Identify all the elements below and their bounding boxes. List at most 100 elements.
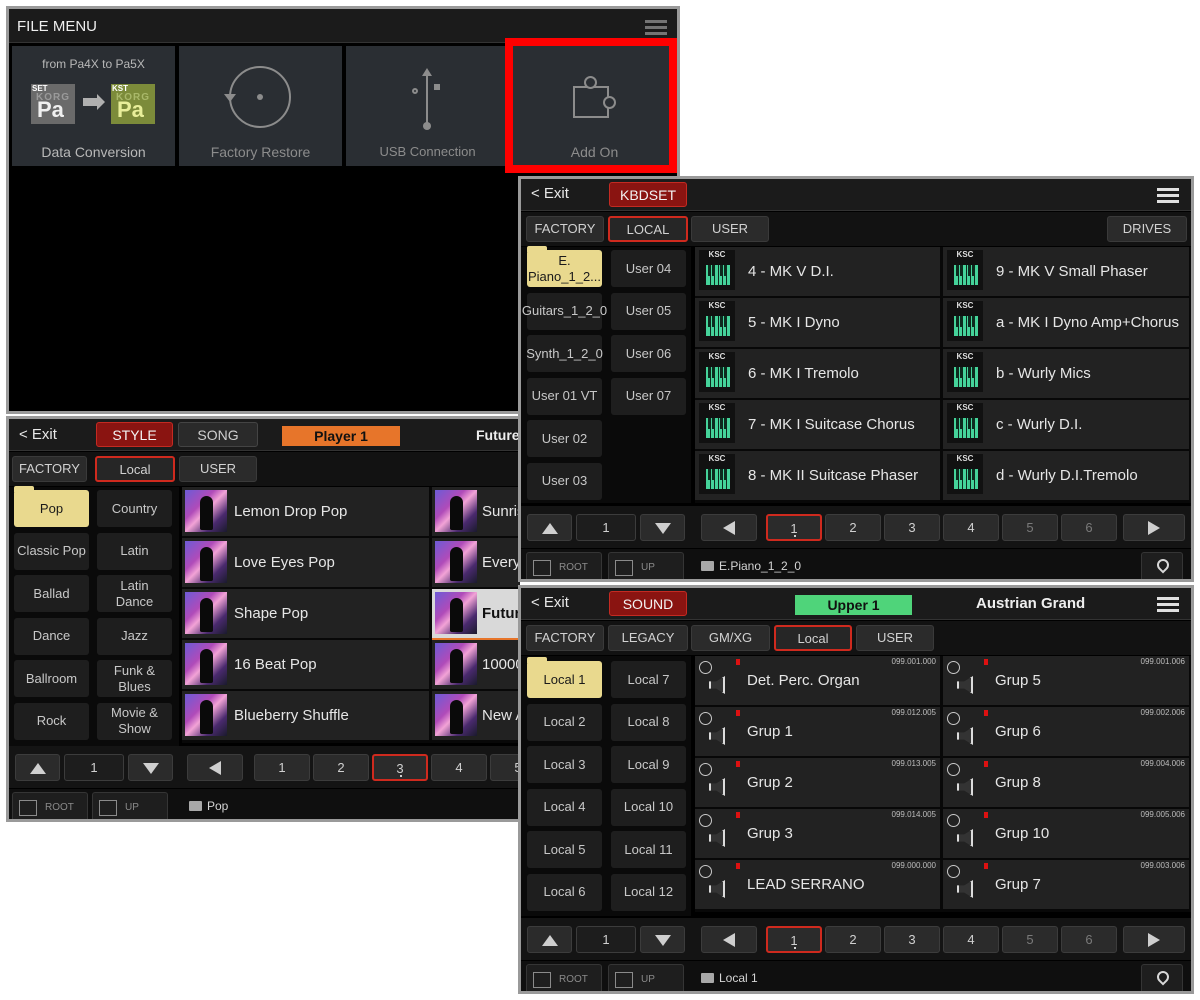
menu-list-icon[interactable]	[1157, 188, 1179, 204]
tab-user[interactable]: USER	[691, 216, 769, 242]
sound-list-item[interactable]: 099.003.006 Grup 7	[943, 860, 1189, 909]
up-button[interactable]: UP	[608, 964, 684, 991]
tab-local[interactable]: Local	[774, 625, 852, 651]
tab-style[interactable]: STYLE	[96, 422, 173, 447]
page-button[interactable]: 5	[490, 754, 520, 781]
up-button[interactable]: UP	[92, 792, 168, 819]
style-list-item[interactable]: Everyt	[432, 538, 520, 587]
folder-item[interactable]: Local 7	[611, 661, 686, 698]
sound-list-item[interactable]: 099.013.005 Grup 2	[695, 758, 940, 807]
tab-local[interactable]: LOCAL	[608, 216, 688, 242]
folder-item[interactable]: Local 6	[527, 873, 602, 911]
style-list-item[interactable]: 10000	[432, 640, 520, 689]
tab-legacy[interactable]: LEGACY	[608, 625, 688, 651]
style-list-item[interactable]: Future	[432, 589, 520, 641]
folder-item[interactable]: User 02	[527, 420, 602, 457]
folder-item[interactable]: Guitars_1_2_0	[522, 292, 607, 330]
page-button[interactable]: 3	[372, 754, 428, 781]
folder-item[interactable]: Local 12	[611, 873, 686, 911]
exit-button[interactable]: < Exit	[531, 185, 569, 202]
tile-data-conversion[interactable]: from Pa4X to Pa5X SET KORG Pa KST KORG P…	[12, 46, 175, 166]
style-list-item[interactable]: Blueberry Shuffle	[182, 691, 429, 740]
folder-item[interactable]: Latin	[97, 532, 172, 570]
kbdset-list-item[interactable]: KSC 4 - MK V D.I.	[695, 247, 940, 296]
folder-page-down-button[interactable]	[640, 514, 685, 541]
root-button[interactable]: ROOT	[526, 964, 602, 991]
folder-item[interactable]: Jazz	[97, 617, 172, 655]
page-button[interactable]: 1	[766, 926, 822, 953]
drives-button[interactable]: DRIVES	[1107, 216, 1187, 242]
page-button[interactable]: 4	[943, 926, 999, 953]
kbdset-list-item[interactable]: KSC 6 - MK I Tremolo	[695, 349, 940, 398]
folder-item[interactable]: Local 1	[527, 657, 602, 698]
folder-page-up-button[interactable]	[15, 754, 60, 781]
folder-item[interactable]: User 03	[527, 462, 602, 500]
folder-item[interactable]: Latin Dance	[97, 575, 172, 612]
menu-list-icon[interactable]	[1157, 597, 1179, 613]
folder-item[interactable]: Dance	[14, 617, 89, 655]
kbdset-list-item[interactable]: KSC 8 - MK II Suitcase Phaser	[695, 451, 940, 500]
folder-item[interactable]: Local 10	[611, 788, 686, 826]
folder-item[interactable]: Country	[97, 490, 172, 527]
style-list-item[interactable]: Sunris	[432, 487, 520, 536]
style-list-item[interactable]: 16 Beat Pop	[182, 640, 429, 689]
folder-item[interactable]: Funk & Blues	[97, 660, 172, 697]
tab-song[interactable]: SONG	[178, 422, 258, 447]
folder-item[interactable]: Local 9	[611, 746, 686, 783]
page-button[interactable]: 6	[1061, 514, 1117, 541]
page-button[interactable]: 6	[1061, 926, 1117, 953]
page-prev-button[interactable]	[187, 754, 243, 781]
page-button[interactable]: 4	[943, 514, 999, 541]
kbdset-list-item[interactable]: KSC 9 - MK V Small Phaser	[943, 247, 1189, 296]
page-button[interactable]: 2	[825, 926, 881, 953]
menu-list-icon[interactable]	[645, 20, 667, 36]
page-prev-button[interactable]	[701, 514, 757, 541]
kbdset-list-item[interactable]: KSC b - Wurly Mics	[943, 349, 1189, 398]
folder-item[interactable]: Local 8	[611, 703, 686, 741]
kbdset-list-item[interactable]: KSC 7 - MK I Suitcase Chorus	[695, 400, 940, 449]
tab-user[interactable]: USER	[179, 456, 257, 482]
tab-gm-xg[interactable]: GM/XG	[691, 625, 770, 651]
folder-item[interactable]: E. Piano_1_2...	[527, 246, 602, 287]
page-button[interactable]: 3	[884, 926, 940, 953]
page-button[interactable]: 2	[825, 514, 881, 541]
page-button[interactable]: 1	[254, 754, 310, 781]
tile-factory-restore[interactable]: Factory Restore	[179, 46, 342, 166]
folder-item[interactable]: User 05	[611, 292, 686, 330]
up-button[interactable]: UP	[608, 552, 684, 579]
style-list-item[interactable]: Lemon Drop Pop	[182, 487, 429, 536]
tab-sound[interactable]: SOUND	[609, 591, 687, 616]
root-button[interactable]: ROOT	[526, 552, 602, 579]
page-button[interactable]: 5	[1002, 926, 1058, 953]
folder-item[interactable]: User 01 VT	[527, 377, 602, 415]
sound-list-item[interactable]: 099.014.005 Grup 3	[695, 809, 940, 858]
folder-item[interactable]: Pop	[14, 486, 89, 527]
folder-item[interactable]: Local 5	[527, 831, 602, 868]
page-next-button[interactable]	[1123, 514, 1185, 541]
kbdset-list-item[interactable]: KSC c - Wurly D.I.	[943, 400, 1189, 449]
kbdset-list-item[interactable]: KSC 5 - MK I Dyno	[695, 298, 940, 347]
folder-item[interactable]: Local 4	[527, 788, 602, 826]
style-list-item[interactable]: Love Eyes Pop	[182, 538, 429, 587]
folder-item[interactable]: Rock	[14, 702, 89, 740]
folder-item[interactable]: User 07	[611, 377, 686, 415]
sound-list-item[interactable]: 099.000.000 LEAD SERRANO	[695, 860, 940, 909]
page-prev-button[interactable]	[701, 926, 757, 953]
root-button[interactable]: ROOT	[12, 792, 88, 819]
sound-list-item[interactable]: 099.012.005 Grup 1	[695, 707, 940, 756]
sound-list-item[interactable]: 099.001.000 Det. Perc. Organ	[695, 656, 940, 705]
folder-item[interactable]: Ballad	[14, 575, 89, 612]
page-button[interactable]: 3	[884, 514, 940, 541]
sound-list-item[interactable]: 099.001.006 Grup 5	[943, 656, 1189, 705]
player-indicator[interactable]: Player 1	[282, 426, 400, 446]
folder-item[interactable]: Local 11	[611, 831, 686, 868]
exit-button[interactable]: < Exit	[531, 594, 569, 611]
folder-page-up-button[interactable]	[527, 514, 572, 541]
sound-list-item[interactable]: 099.004.006 Grup 8	[943, 758, 1189, 807]
folder-page-down-button[interactable]	[640, 926, 685, 953]
exit-button[interactable]: < Exit	[19, 426, 57, 443]
style-list-item[interactable]: New A	[432, 691, 520, 740]
folder-item[interactable]: User 04	[611, 250, 686, 287]
page-button[interactable]: 5	[1002, 514, 1058, 541]
page-button[interactable]: 2	[313, 754, 369, 781]
